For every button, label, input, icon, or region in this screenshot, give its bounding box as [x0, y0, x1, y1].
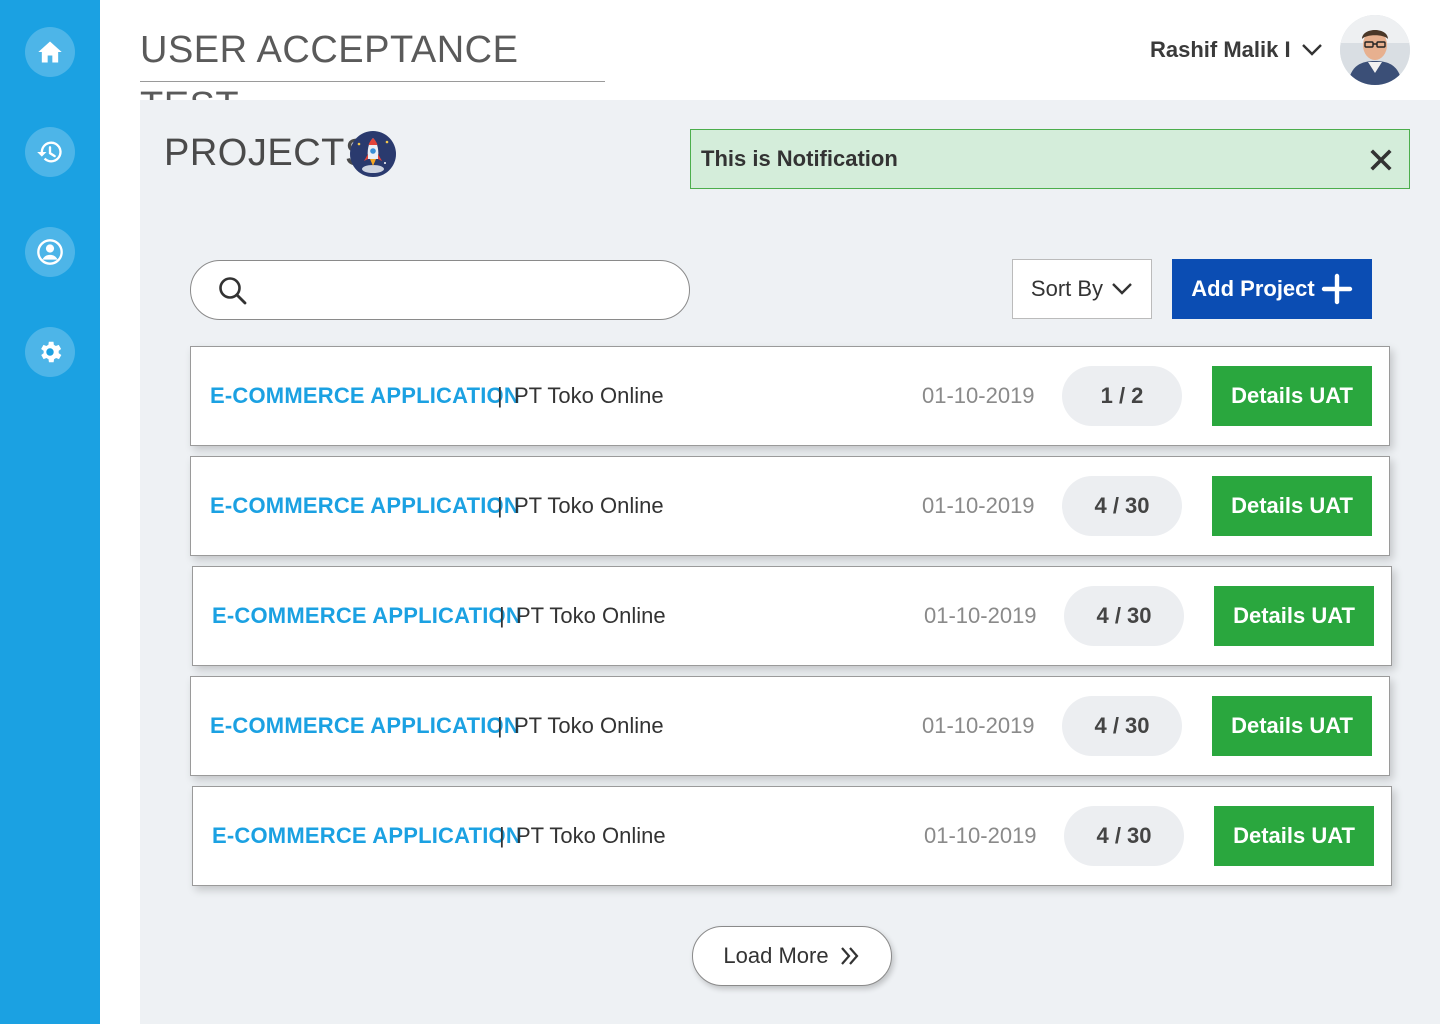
project-name[interactable]: E-COMMERCE APPLICATION	[210, 713, 520, 739]
progress-badge: 4 / 30	[1062, 476, 1182, 536]
progress-badge: 4 / 30	[1064, 586, 1184, 646]
user-menu[interactable]: Rashif Malik I	[1150, 30, 1323, 70]
sort-by-label: Sort By	[1030, 276, 1104, 301]
project-name[interactable]: E-COMMERCE APPLICATION	[212, 603, 522, 629]
avatar-image	[1340, 15, 1410, 85]
project-client: PT Toko Online	[514, 713, 664, 738]
project-client: PT Toko Online	[514, 383, 664, 408]
user-icon	[37, 239, 63, 265]
sidebar-item-profile[interactable]	[25, 227, 75, 277]
separator: |	[497, 493, 503, 518]
rocket-icon	[350, 131, 396, 177]
project-name[interactable]: E-COMMERCE APPLICATION	[210, 493, 520, 519]
search-input[interactable]	[263, 271, 663, 311]
project-date: 01-10-2019	[924, 823, 1037, 848]
project-client: PT Toko Online	[516, 603, 666, 628]
progress-badge: 4 / 30	[1062, 696, 1182, 756]
avatar[interactable]	[1340, 15, 1410, 85]
add-project-label: Add Project	[1191, 276, 1315, 301]
sidebar	[0, 0, 100, 1024]
separator: |	[497, 383, 503, 408]
details-uat-button[interactable]: Details UAT	[1212, 476, 1372, 536]
notification-banner: This is Notification	[690, 129, 1410, 189]
project-date: 01-10-2019	[922, 493, 1035, 518]
home-icon	[38, 41, 62, 63]
project-name[interactable]: E-COMMERCE APPLICATION	[210, 383, 520, 409]
notification-text: This is Notification	[701, 146, 898, 171]
project-card: E-COMMERCE APPLICATION | PT Toko Online …	[192, 566, 1392, 666]
double-chevron-right-icon	[840, 947, 859, 965]
project-client: PT Toko Online	[514, 493, 664, 518]
load-more-label: Load More	[723, 943, 829, 968]
details-uat-button[interactable]: Details UAT	[1212, 696, 1372, 756]
gear-icon	[41, 341, 62, 363]
close-icon[interactable]	[1369, 148, 1393, 172]
project-card: E-COMMERCE APPLICATION | PT Toko Online …	[190, 456, 1390, 556]
chevron-down-icon	[1301, 44, 1322, 56]
add-project-button[interactable]: Add Project	[1172, 259, 1372, 319]
search-box	[190, 260, 690, 320]
project-client: PT Toko Online	[516, 823, 666, 848]
app-title: USER ACCEPTANCE TEST	[140, 22, 605, 127]
search-icon	[219, 277, 247, 305]
project-card: E-COMMERCE APPLICATION | PT Toko Online …	[190, 676, 1390, 776]
details-uat-button[interactable]: Details UAT	[1214, 586, 1374, 646]
user-name: Rashif Malik I	[1150, 37, 1291, 62]
sidebar-item-history[interactable]	[25, 127, 75, 177]
chevron-down-icon	[1112, 283, 1132, 295]
separator: |	[497, 713, 503, 738]
project-name[interactable]: E-COMMERCE APPLICATION	[212, 823, 522, 849]
project-date: 01-10-2019	[924, 603, 1037, 628]
progress-badge: 1 / 2	[1062, 366, 1182, 426]
history-icon	[37, 141, 62, 163]
project-card: E-COMMERCE APPLICATION | PT Toko Online …	[192, 786, 1392, 886]
separator: |	[499, 823, 505, 848]
load-more-button[interactable]: Load More	[692, 926, 892, 986]
separator: |	[499, 603, 505, 628]
project-card: E-COMMERCE APPLICATION | PT Toko Online …	[190, 346, 1390, 446]
sidebar-item-home[interactable]	[25, 27, 75, 77]
details-uat-button[interactable]: Details UAT	[1212, 366, 1372, 426]
page-title: PROJECTS	[164, 132, 371, 174]
project-date: 01-10-2019	[922, 383, 1035, 408]
progress-badge: 4 / 30	[1064, 806, 1184, 866]
sidebar-item-settings[interactable]	[25, 327, 75, 377]
sort-by-button[interactable]: Sort By	[1012, 259, 1152, 319]
details-uat-button[interactable]: Details UAT	[1214, 806, 1374, 866]
project-date: 01-10-2019	[922, 713, 1035, 738]
plus-icon	[1321, 273, 1352, 305]
